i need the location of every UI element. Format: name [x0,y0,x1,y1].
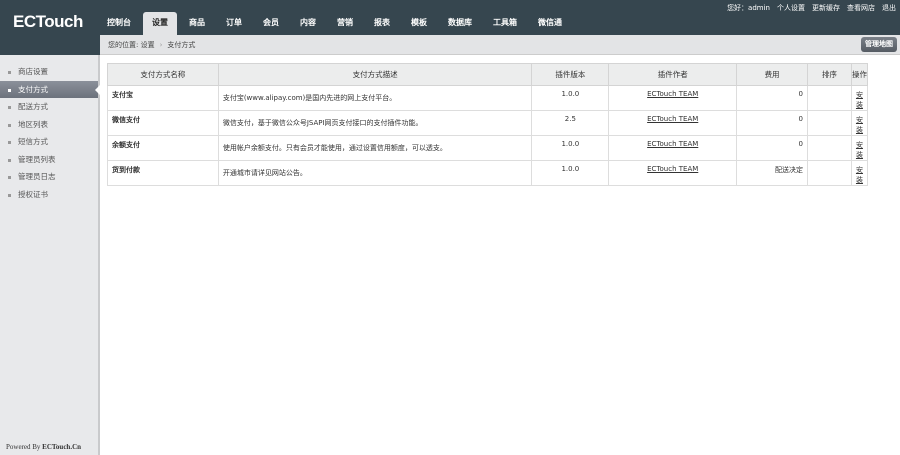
payment-name: 支付宝 [107,85,219,111]
payment-fee: 配送决定 [736,160,809,186]
view-store-link[interactable]: 查看网店 [847,3,875,13]
col-action: 操作 [850,63,869,86]
col-fee: 费用 [736,63,809,86]
payment-description: 支付宝(www.alipay.com)是国内先进的网上支付平台。 [217,85,533,111]
col-desc: 支付方式描述 [217,63,533,86]
payment-name: 微信支付 [107,110,219,136]
top-bar: ECTouch 控制台 设置 商品 订单 会员 内容 营销 报表 模板 数据库 … [0,0,900,35]
payment-name: 余额支付 [107,135,219,161]
breadcrumb-settings[interactable]: 设置 [141,41,155,49]
plugin-version: 1.0.0 [531,160,610,186]
manage-map-button[interactable]: 管理地图 [861,37,897,52]
breadcrumb-label: 您的位置: [108,41,139,49]
payment-name: 货到付款 [107,160,219,186]
table-row: 微信支付 微信支付，基于微信公众号JSAPI网页支付接口的支付插件功能。 2.5… [107,110,869,136]
nav-marketing[interactable]: 营销 [328,12,362,35]
sidebar-item-admin-log[interactable]: 管理员日志 [0,168,98,186]
table-row: 余额支付 使用帐户余额支付。只有会员才能使用，通过设置信用额度，可以透支。 1.… [107,135,869,161]
col-author: 插件作者 [608,63,738,86]
plugin-author-link[interactable]: ECTouch TEAM [647,140,698,148]
top-links: 您好：admin 个人设置 更新缓存 查看网店 退出 [727,3,896,13]
sidebar-item-admins[interactable]: 管理员列表 [0,151,98,169]
table-header: 支付方式名称 支付方式描述 插件版本 插件作者 费用 排序 操作 [107,63,869,86]
breadcrumb-separator-icon: › [159,41,163,49]
payment-fee: 0 [736,85,809,111]
nav-members[interactable]: 会员 [254,12,288,35]
nav-orders[interactable]: 订单 [217,12,251,35]
table-row: 货到付款 开通城市请详见网站公告。 1.0.0 ECTouch TEAM 配送决… [107,160,869,186]
sidebar-item-shipping[interactable]: 配送方式 [0,98,98,116]
sidebar-item-payment[interactable]: 支付方式 [0,80,100,98]
nav-database[interactable]: 数据库 [439,12,481,35]
clear-cache-link[interactable]: 更新缓存 [812,3,840,13]
sidebar: 商店设置 支付方式 配送方式 地区列表 短信方式 管理员列表 管理员日志 授权证… [0,55,100,455]
greeting: 您好：admin [727,4,770,12]
payment-order [807,135,852,161]
sidebar-item-sms[interactable]: 短信方式 [0,133,98,151]
table-row: 支付宝 支付宝(www.alipay.com)是国内先进的网上支付平台。 1.0… [107,85,869,111]
payment-order [807,160,852,186]
brand-logo[interactable]: ECTouch [13,12,83,32]
plugin-author-link[interactable]: ECTouch TEAM [647,115,698,123]
plugin-author-link[interactable]: ECTouch TEAM [647,165,698,173]
nav-content[interactable]: 内容 [291,12,325,35]
nav-goods[interactable]: 商品 [180,12,214,35]
plugin-version: 1.0.0 [531,85,610,111]
payment-description: 开通城市请详见网站公告。 [217,160,533,186]
footer: Powered By ECTouch.Cn [6,443,81,451]
payment-order [807,110,852,136]
install-link[interactable]: 安装 [856,166,863,184]
payment-fee: 0 [736,135,809,161]
nav-dashboard[interactable]: 控制台 [98,12,140,35]
breadcrumb-current: 支付方式 [167,41,196,49]
nav-settings[interactable]: 设置 [143,12,177,35]
col-name: 支付方式名称 [107,63,219,86]
plugin-version: 1.0.0 [531,135,610,161]
install-link[interactable]: 安装 [856,141,863,159]
nav-wechat[interactable]: 微信通 [529,12,571,35]
plugin-author-link[interactable]: ECTouch TEAM [647,90,698,98]
sidebar-item-license[interactable]: 授权证书 [0,186,98,204]
plugin-version: 2.5 [531,110,610,136]
nav-reports[interactable]: 报表 [365,12,399,35]
col-version: 插件版本 [531,63,610,86]
payment-order [807,85,852,111]
breadcrumb: 您的位置: 设置 › 支付方式 管理地图 [100,35,900,55]
logout-link[interactable]: 退出 [882,3,896,13]
sidebar-item-regions[interactable]: 地区列表 [0,116,98,134]
nav-toolbox[interactable]: 工具箱 [484,12,526,35]
install-link[interactable]: 安装 [856,91,863,109]
payment-description: 微信支付，基于微信公众号JSAPI网页支付接口的支付插件功能。 [217,110,533,136]
sidebar-header [0,35,100,55]
col-order: 排序 [807,63,852,86]
sidebar-item-store-settings[interactable]: 商店设置 [0,63,98,81]
install-link[interactable]: 安装 [856,116,863,134]
footer-prefix: Powered By [6,443,43,451]
payment-description: 使用帐户余额支付。只有会员才能使用，通过设置信用额度，可以透支。 [217,135,533,161]
payment-fee: 0 [736,110,809,136]
main-nav: 控制台 设置 商品 订单 会员 内容 营销 报表 模板 数据库 工具箱 微信通 [98,12,574,35]
personal-settings-link[interactable]: 个人设置 [777,3,805,13]
footer-brand: ECTouch.Cn [42,443,82,451]
nav-templates[interactable]: 模板 [402,12,436,35]
payment-methods-table: 支付方式名称 支付方式描述 插件版本 插件作者 费用 排序 操作 支付宝 支付宝… [107,63,869,186]
